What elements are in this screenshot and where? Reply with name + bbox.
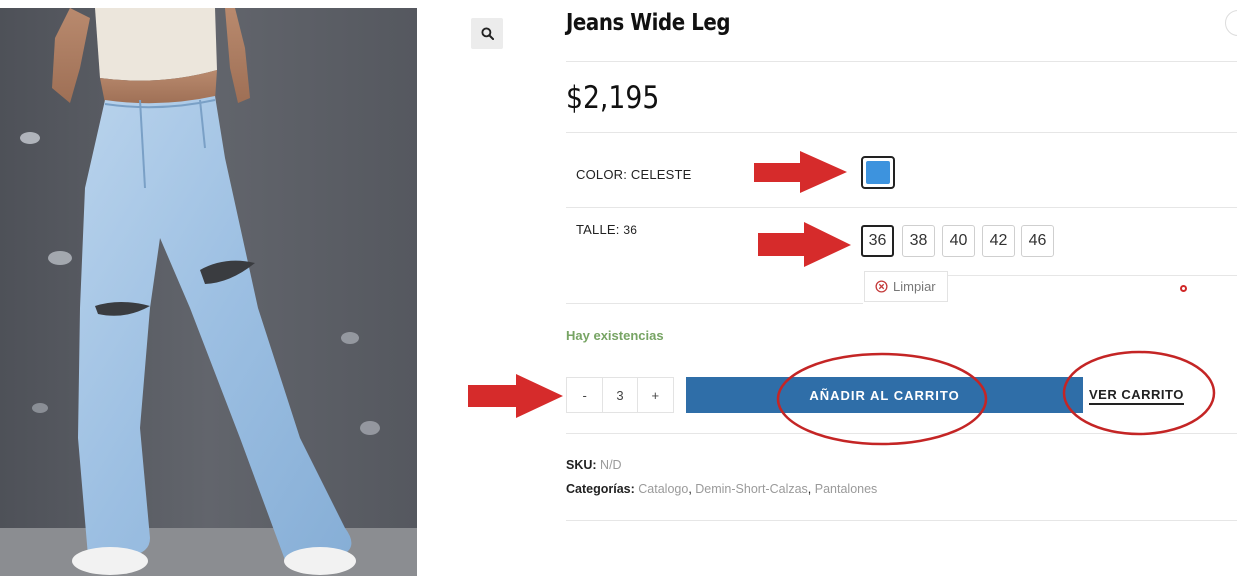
close-circle-icon	[875, 280, 888, 293]
size-label-text: TALLE	[576, 222, 616, 237]
size-option-40[interactable]: 40	[942, 225, 975, 257]
zoom-button[interactable]	[471, 18, 503, 49]
quantity-input[interactable]: 3	[602, 378, 638, 412]
color-label: COLOR: CELESTE	[576, 167, 692, 182]
category-link-catalogo[interactable]: Catalogo	[638, 482, 688, 496]
quantity-decrease-button[interactable]: -	[567, 378, 602, 412]
quantity-increase-button[interactable]: +	[638, 378, 673, 412]
divider	[566, 207, 1237, 208]
product-title: Jeans Wide Leg	[566, 10, 731, 36]
categories-label: Categorías:	[566, 482, 635, 496]
clear-label: Limpiar	[893, 279, 936, 294]
color-value: CELESTE	[630, 167, 692, 182]
size-option-36[interactable]: 36	[861, 225, 894, 257]
swatch-fill	[866, 161, 890, 184]
divider	[566, 132, 1237, 133]
search-icon	[480, 27, 494, 40]
divider	[566, 61, 1237, 62]
wishlist-button[interactable]	[1225, 10, 1237, 36]
arrow-annotation	[758, 222, 851, 267]
size-label: TALLE: 36	[576, 222, 638, 237]
sku-value: N/D	[600, 458, 622, 472]
arrow-annotation	[468, 374, 563, 418]
annotation-dot	[1180, 285, 1187, 292]
size-option-46[interactable]: 46	[1021, 225, 1054, 257]
color-swatch-celeste[interactable]	[861, 156, 895, 189]
quantity-stepper[interactable]: - 3 +	[566, 377, 674, 413]
clear-selection-button[interactable]: Limpiar	[864, 271, 948, 302]
color-label-text: COLOR	[576, 167, 624, 182]
add-to-cart-button[interactable]: AÑADIR AL CARRITO	[686, 377, 1083, 413]
category-link-pantalones[interactable]: Pantalones	[815, 482, 878, 496]
category-link-demin[interactable]: Demin-Short-Calzas	[695, 482, 808, 496]
stock-status: Hay existencias	[566, 328, 664, 343]
arrow-annotation	[754, 151, 847, 193]
categories-line: Categorías: Catalogo, Demin-Short-Calzas…	[566, 482, 878, 496]
view-cart-link[interactable]: VER CARRITO	[1089, 387, 1184, 405]
size-option-38[interactable]: 38	[902, 225, 935, 257]
size-value: 36	[623, 223, 638, 237]
divider	[566, 520, 1237, 521]
product-image[interactable]	[0, 8, 417, 576]
divider	[566, 433, 1237, 434]
size-option-42[interactable]: 42	[982, 225, 1015, 257]
sku-label: SKU:	[566, 458, 597, 472]
product-price: $2,195	[566, 80, 660, 116]
sku-line: SKU: N/D	[566, 458, 622, 472]
divider	[566, 303, 863, 304]
